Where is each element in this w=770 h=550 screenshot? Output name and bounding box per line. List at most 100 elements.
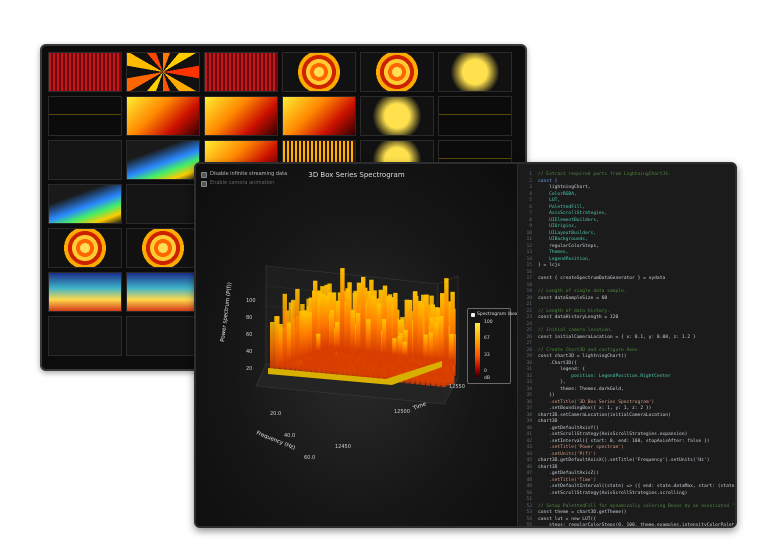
spectrogram-box	[312, 290, 317, 353]
spectrogram-box	[387, 296, 392, 355]
code-text: const dataHistoryLength = 120	[538, 315, 619, 320]
spectrogram-box	[439, 316, 444, 361]
spectrogram-box	[345, 288, 350, 351]
line-chart-icon[interactable]	[438, 96, 512, 136]
spectrogram-box	[303, 313, 308, 357]
spectrogram-box	[449, 333, 454, 362]
y-axis-label: Power spectrum (P(f))	[220, 282, 233, 342]
spectrogram-box	[350, 310, 355, 351]
3d-scatter-icon[interactable]	[126, 184, 200, 224]
3d-surface-blue-icon[interactable]	[126, 140, 200, 180]
code-text: steps: regularColorSteps(0, 100, theme.e…	[538, 523, 737, 526]
spectrogram-box	[418, 300, 423, 359]
code-text: chart3D.getDefaultAxisX().setTitle('Freq…	[538, 458, 710, 463]
spectrogram-box	[392, 338, 397, 356]
3d-surface-icon[interactable]	[126, 96, 200, 136]
y-tick-label: 100	[246, 298, 256, 304]
red-waveform-icon[interactable]	[48, 52, 122, 92]
point-cloud-icon[interactable]	[438, 52, 512, 92]
code-text: const dataSampleSize = 60	[538, 295, 608, 301]
chart-pane: Disable infinite streaming data Enable c…	[196, 164, 519, 526]
spectrogram-box	[371, 295, 376, 354]
spectrogram-box	[329, 310, 335, 349]
radial-heatmap-icon[interactable]	[126, 228, 200, 268]
y-axis-ticks: 100 80 60 40 20	[246, 298, 256, 372]
spectrogram-box	[361, 276, 366, 352]
spectrogram-box	[423, 334, 428, 359]
spectrogram-box	[278, 324, 283, 366]
spectrogram-box	[413, 291, 418, 358]
spectrogram-box	[286, 322, 292, 363]
y-tick-label: 40	[246, 349, 252, 355]
x-tick-label: 40.0	[284, 433, 295, 439]
3d-heart-surface-icon[interactable]	[204, 96, 278, 136]
radial-heatmap-icon[interactable]	[48, 228, 122, 268]
empty-thumb[interactable]	[126, 316, 200, 356]
legend-title[interactable]: Spectrogram (box)	[471, 312, 519, 317]
spectrogram-box	[433, 322, 439, 360]
3d-box-chart-icon[interactable]	[282, 96, 356, 136]
spectrogram-box	[402, 341, 407, 357]
spectrogram-box	[376, 303, 381, 354]
concentric-rings-icon[interactable]	[282, 52, 356, 92]
legend-tick: 67	[484, 336, 490, 341]
spectrogram-box	[407, 299, 413, 357]
spectrogram-box	[295, 288, 300, 360]
legend-tick: 0	[484, 369, 487, 374]
y-tick-label: 60	[246, 332, 252, 338]
red-waveform-icon[interactable]	[204, 52, 278, 92]
spectrogram-box	[299, 311, 304, 358]
legend-tick: 33	[484, 353, 490, 358]
fan-chart-icon[interactable]	[126, 52, 200, 92]
z-tick-label: 12500	[394, 409, 410, 415]
legend-title-text: Spectrogram (box)	[477, 312, 520, 317]
z-tick-label: 12450	[335, 444, 351, 450]
spectrogram-box	[274, 316, 279, 368]
x-tick-label: 60.0	[304, 455, 315, 461]
3d-ribbon-icon[interactable]	[48, 316, 122, 356]
code-text: .setScrollStrategy(AxisScrollStrategies.…	[538, 490, 688, 496]
concentric-rings-icon[interactable]	[360, 52, 434, 92]
spectrogram-box	[444, 278, 449, 361]
3d-boxes-white-icon[interactable]	[48, 140, 122, 180]
code-line: 55 steps: regularColorSteps(0, 100, them…	[518, 523, 737, 526]
legend-swatch-icon	[471, 312, 475, 317]
y-tick-label: 20	[246, 366, 252, 372]
code-editor[interactable]: 1// Extract required parts from Lightnin…	[517, 164, 737, 526]
world-map-icon[interactable]	[126, 272, 200, 312]
example-window: Disable infinite streaming data Enable c…	[194, 162, 737, 528]
code-lines: 1// Extract required parts from Lightnin…	[518, 172, 737, 526]
spectrogram-box	[270, 322, 275, 369]
point-cloud-icon[interactable]	[360, 96, 434, 136]
spectrogram-box	[291, 299, 296, 361]
line-chart-icon[interactable]	[48, 96, 122, 136]
spectrogram-box	[316, 333, 321, 352]
spectrogram-box	[366, 319, 371, 353]
z-axis-label: Time	[412, 401, 428, 412]
heatmap-icon[interactable]	[48, 272, 122, 312]
spectrogram-box	[307, 312, 313, 355]
spectrogram-box	[340, 268, 345, 350]
x-axis-ticks: 20.0 40.0 60.0	[270, 411, 315, 461]
z-tick-label: 12550	[449, 384, 465, 390]
legend-box[interactable]: Spectrogram (box) 100 67 33 0 dB	[467, 308, 519, 384]
y-tick-label: 80	[246, 315, 252, 321]
3d-terrain-icon[interactable]	[48, 184, 122, 224]
spectrogram-box	[324, 296, 329, 349]
spectrogram-box	[282, 293, 287, 365]
spectrogram-box	[397, 336, 402, 356]
spectrogram-box	[381, 319, 387, 355]
legend-tick: 100	[484, 320, 493, 325]
spectrogram-box	[335, 322, 340, 350]
code-text: } = lcjs	[538, 263, 561, 268]
legend-color-scale	[475, 323, 480, 377]
code-text: chart3D.setCameraLocation(initialCameraL…	[538, 412, 671, 418]
spectrogram-box	[320, 294, 325, 350]
code-text: // Extract required parts from Lightning…	[538, 172, 671, 177]
code-text: const { createSpectrumDataGenerator } = …	[538, 276, 666, 281]
legend-unit: dB	[484, 376, 490, 381]
x-tick-label: 20.0	[270, 411, 281, 417]
spectrogram-box	[355, 313, 361, 352]
line-number: 55	[526, 523, 532, 526]
spectrogram-box	[428, 332, 433, 360]
